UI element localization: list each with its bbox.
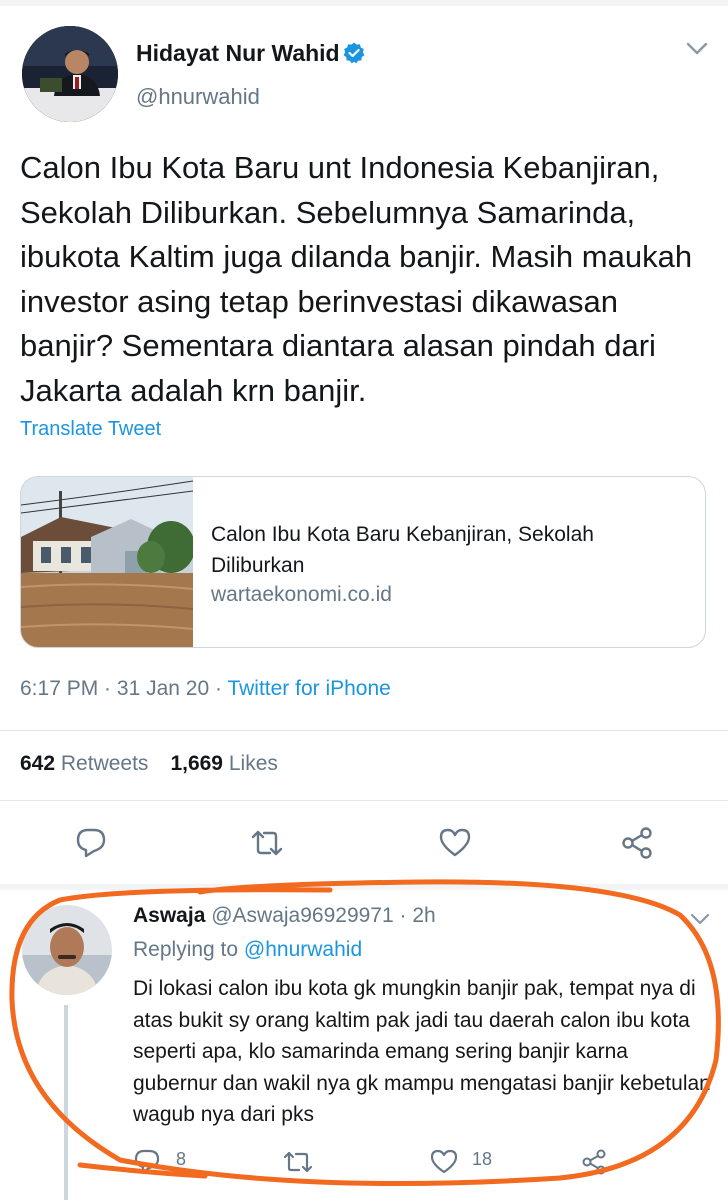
tweet-text: Calon Ibu Kota Baru unt Indonesia Kebanj… bbox=[20, 150, 693, 408]
author-handle[interactable]: @hnurwahid bbox=[136, 84, 260, 110]
author-avatar[interactable] bbox=[22, 26, 118, 122]
tweet-date: 31 Jan 20 bbox=[116, 677, 210, 700]
meta-separator: · bbox=[98, 677, 117, 700]
translate-tweet-link[interactable]: Translate Tweet bbox=[20, 418, 161, 441]
likes-label: Likes bbox=[228, 752, 278, 775]
chevron-down-icon[interactable] bbox=[686, 42, 708, 56]
link-card-domain: wartaekonomi.co.id bbox=[211, 583, 392, 606]
chevron-down-icon[interactable] bbox=[690, 912, 710, 925]
reply-icon[interactable] bbox=[74, 826, 108, 860]
link-card-title: Calon Ibu Kota Baru Kebanjiran, Sekolah … bbox=[211, 523, 594, 577]
reply-separator: · bbox=[393, 904, 413, 927]
divider bbox=[0, 730, 728, 731]
replying-prefix: Replying to bbox=[133, 938, 244, 961]
replying-to: Replying to @hnurwahid bbox=[133, 938, 362, 962]
reply-text: Di lokasi calon ibu kota gk mungkin banj… bbox=[133, 977, 711, 1126]
reply-handle[interactable]: @Aswaja96929971 bbox=[211, 904, 393, 927]
reply-retweet-icon[interactable] bbox=[283, 1149, 313, 1175]
tweet-source-link[interactable]: Twitter for iPhone bbox=[227, 677, 390, 700]
meta-separator: · bbox=[209, 677, 228, 700]
reply-reply-icon[interactable] bbox=[133, 1149, 161, 1175]
reply-display-name[interactable]: Aswaja bbox=[133, 904, 205, 927]
link-card[interactable]: Calon Ibu Kota Baru Kebanjiran, Sekolah … bbox=[20, 476, 706, 648]
section-divider bbox=[0, 884, 728, 890]
reply-author-avatar[interactable] bbox=[22, 905, 112, 995]
retweets-label: Retweets bbox=[60, 752, 149, 775]
reply-like-icon[interactable] bbox=[430, 1149, 458, 1175]
reply-reply-count: 8 bbox=[176, 1149, 187, 1169]
likes-count: 1,669 bbox=[170, 752, 223, 775]
retweets-stat[interactable]: 642 Retweets bbox=[20, 752, 148, 775]
verified-badge-icon bbox=[343, 42, 365, 64]
tweet-meta: 6:17 PM · 31 Jan 20 · Twitter for iPhone bbox=[20, 677, 391, 701]
tweet-stats: 642 Retweets 1,669 Likes bbox=[20, 752, 278, 776]
replying-to-handle[interactable]: @hnurwahid bbox=[244, 938, 362, 961]
reply-time: 2h bbox=[412, 904, 436, 927]
thread-line bbox=[64, 1005, 68, 1200]
reply-share-icon[interactable] bbox=[580, 1149, 608, 1175]
retweet-icon[interactable] bbox=[250, 826, 284, 860]
tweet-time: 6:17 PM bbox=[20, 677, 99, 700]
share-icon[interactable] bbox=[620, 826, 654, 860]
top-divider bbox=[0, 0, 728, 6]
link-card-image bbox=[21, 477, 195, 647]
reply-like-count: 18 bbox=[472, 1149, 493, 1169]
like-icon[interactable] bbox=[438, 826, 472, 860]
retweets-count: 642 bbox=[20, 752, 56, 775]
reply-header: Aswaja @Aswaja96929971 · 2h bbox=[133, 904, 436, 928]
author-display-name[interactable]: Hidayat Nur Wahid bbox=[136, 40, 340, 67]
likes-stat[interactable]: 1,669 Likes bbox=[170, 752, 277, 775]
divider bbox=[0, 800, 728, 801]
